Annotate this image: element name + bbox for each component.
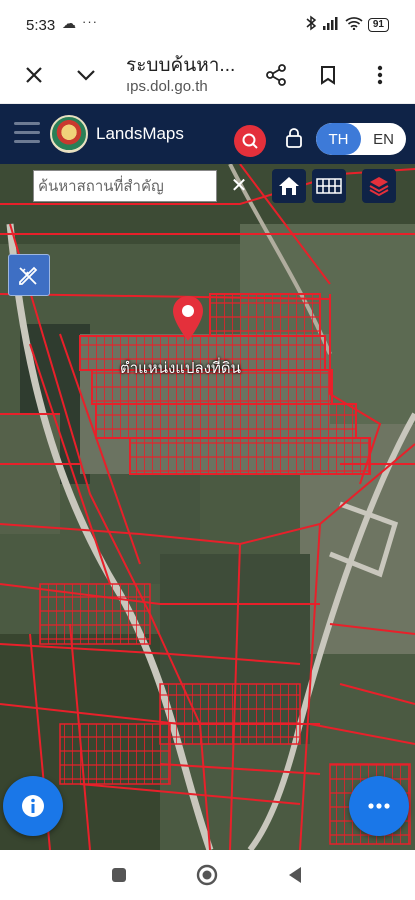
satellite-map <box>0 164 415 850</box>
recents-icon[interactable] <box>106 862 132 888</box>
wifi-icon <box>345 16 363 33</box>
app-name: LandsMaps <box>96 124 184 143</box>
pencil-ruler-icon <box>19 266 38 285</box>
more-icon <box>368 803 390 809</box>
page-title: ระบบค้นหา... <box>126 55 236 76</box>
lang-en-option[interactable]: EN <box>361 123 406 155</box>
cloud-icon: ☁ <box>62 15 76 31</box>
dol-logo <box>50 115 88 153</box>
back-icon[interactable] <box>282 862 308 888</box>
location-pin-icon[interactable] <box>170 294 206 344</box>
search-icon <box>242 133 258 149</box>
bookmark-icon[interactable] <box>312 59 344 91</box>
lang-th-option[interactable]: TH <box>316 123 361 155</box>
system-nav-bar <box>0 850 415 900</box>
share-icon[interactable] <box>260 59 292 91</box>
grid-icon <box>316 178 342 194</box>
place-search-field[interactable] <box>33 170 217 202</box>
draw-measure-button[interactable] <box>8 254 50 296</box>
chevron-down-icon[interactable] <box>70 59 102 91</box>
parcel-location-label: ตำแหน่งแปลงที่ดิน <box>120 360 241 377</box>
page-url[interactable]: ıps.dol.go.th <box>126 78 208 95</box>
layers-icon <box>369 177 389 197</box>
place-search-input[interactable] <box>34 171 216 201</box>
status-icons: 91 <box>305 15 389 34</box>
bluetooth-icon <box>305 15 317 34</box>
grid-button[interactable] <box>312 169 346 203</box>
status-time: 5:33 <box>26 17 56 34</box>
info-icon <box>22 795 44 817</box>
browser-toolbar: ระบบค้นหา... ıps.dol.go.th <box>0 46 415 104</box>
more-button[interactable] <box>349 776 409 836</box>
language-toggle[interactable]: TH EN <box>316 123 406 155</box>
overflow-menu-icon[interactable] <box>364 59 396 91</box>
search-button[interactable] <box>234 125 266 157</box>
home-nav-icon[interactable] <box>194 862 220 888</box>
home-button[interactable] <box>272 169 306 203</box>
status-bar: 5:33 ☁ ··· 91 <box>0 0 415 46</box>
clear-search-icon[interactable]: ✕ <box>228 174 250 197</box>
close-icon[interactable] <box>18 59 50 91</box>
lock-icon[interactable] <box>283 126 305 150</box>
app-header: LandsMaps TH EN <box>0 104 415 164</box>
layers-button[interactable] <box>362 169 396 203</box>
home-icon <box>279 177 299 195</box>
info-button[interactable] <box>3 776 63 836</box>
map-view[interactable]: ✕ ตำแหน่งแปลงที่ดิน <box>0 164 415 850</box>
more-notifications-icon: ··· <box>82 14 98 29</box>
battery-indicator: 91 <box>367 17 389 32</box>
menu-icon[interactable] <box>14 122 40 144</box>
signal-icon <box>322 16 340 33</box>
